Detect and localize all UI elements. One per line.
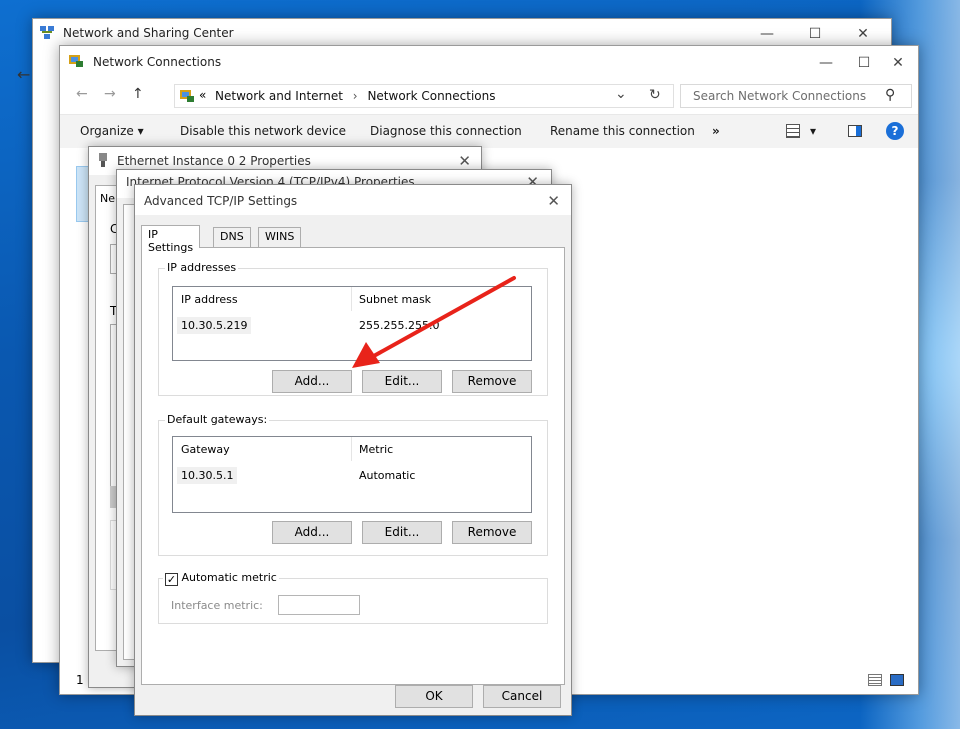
interface-metric-label: Interface metric:: [171, 599, 263, 612]
advanced-close-button[interactable]: ✕: [547, 192, 560, 210]
ip-remove-button[interactable]: Remove: [452, 370, 532, 393]
address-chevron-icon[interactable]: «: [199, 88, 206, 102]
up-button[interactable]: ↑: [132, 86, 144, 102]
refresh-icon[interactable]: ↻: [649, 87, 661, 103]
column-divider: [351, 287, 352, 311]
rename-connection-button[interactable]: Rename this connection: [550, 124, 695, 138]
ok-button[interactable]: OK: [395, 685, 473, 708]
metric-column-header[interactable]: Metric: [359, 443, 393, 456]
explorer-close-button[interactable]: ✕: [878, 48, 918, 78]
tab-ip-settings[interactable]: IP Settings: [141, 225, 201, 254]
explorer-title: Network Connections: [93, 55, 222, 69]
address-dropdown-icon[interactable]: ⌄: [615, 86, 627, 102]
navigation-bar: ← → ↑ « Network and Internet › Network C…: [60, 78, 918, 114]
address-bar[interactable]: « Network and Internet › Network Connect…: [174, 84, 674, 108]
interface-metric-input[interactable]: [278, 595, 360, 615]
automatic-metric-checkbox[interactable]: ✓: [165, 573, 178, 586]
organize-button[interactable]: Organize ▾: [80, 124, 144, 138]
cancel-button[interactable]: Cancel: [483, 685, 561, 708]
column-divider: [351, 437, 352, 461]
network-connections-icon: [180, 90, 194, 102]
ip-address-list[interactable]: IP address Subnet mask 10.30.5.219 255.2…: [172, 286, 532, 361]
gateway-add-button[interactable]: Add...: [272, 521, 352, 544]
subnet-mask-column-header[interactable]: Subnet mask: [359, 293, 431, 306]
change-view-icon[interactable]: [786, 124, 800, 138]
back-button[interactable]: ←: [76, 86, 88, 102]
default-gateways-group: Default gateways: Gateway Metric 10.30.5…: [158, 413, 548, 556]
default-gateways-label: Default gateways:: [165, 413, 270, 426]
gateway-cell[interactable]: 10.30.5.1: [177, 467, 238, 484]
ip-add-button[interactable]: Add...: [272, 370, 352, 393]
nsc-title: Network and Sharing Center: [63, 26, 234, 40]
explorer-titlebar[interactable]: Network Connections — ☐ ✕: [60, 46, 918, 76]
details-view-icon[interactable]: [868, 674, 882, 686]
network-icon: [40, 26, 54, 39]
ethernet-properties-title: Ethernet Instance 0 2 Properties: [117, 154, 311, 168]
automatic-metric-header: ✓ Automatic metric: [163, 571, 279, 586]
automatic-metric-label[interactable]: Automatic metric: [182, 571, 277, 584]
preview-pane-icon[interactable]: [848, 125, 862, 137]
large-icons-view-icon[interactable]: [890, 674, 904, 686]
ip-address-column-header[interactable]: IP address: [181, 293, 238, 306]
breadcrumb-network-and-internet[interactable]: Network and Internet: [215, 89, 343, 103]
metric-cell[interactable]: Automatic: [355, 467, 419, 484]
help-icon[interactable]: ?: [886, 122, 904, 140]
ethernet-properties-close-button[interactable]: ✕: [458, 152, 471, 170]
gateway-remove-button[interactable]: Remove: [452, 521, 532, 544]
nsc-back-arrow-icon[interactable]: ←: [17, 65, 30, 84]
advanced-titlebar[interactable]: Advanced TCP/IP Settings ✕: [135, 185, 571, 215]
ip-addresses-group: IP addresses IP address Subnet mask 10.3…: [158, 261, 548, 396]
ip-settings-page: IP addresses IP address Subnet mask 10.3…: [141, 247, 565, 685]
subnet-mask-cell[interactable]: 255.255.255.0: [355, 317, 443, 334]
view-dropdown-icon[interactable]: ▾: [810, 124, 816, 138]
ip-addresses-label: IP addresses: [165, 261, 239, 274]
advanced-title: Advanced TCP/IP Settings: [144, 194, 298, 208]
explorer-minimize-button[interactable]: —: [806, 48, 846, 78]
more-commands-button[interactable]: »: [712, 124, 720, 138]
tab-wins[interactable]: WINS: [258, 227, 302, 247]
search-placeholder: Search Network Connections: [693, 89, 867, 103]
command-bar: Organize ▾ Disable this network device D…: [60, 114, 918, 148]
diagnose-connection-button[interactable]: Diagnose this connection: [370, 124, 522, 138]
search-icon[interactable]: ⚲: [885, 87, 895, 103]
advanced-tcpip-dialog: Advanced TCP/IP Settings ✕ IP Settings D…: [134, 184, 572, 716]
ethernet-tab-label[interactable]: Ne: [100, 192, 115, 205]
automatic-metric-group: ✓ Automatic metric Interface metric:: [158, 571, 548, 624]
gateway-edit-button[interactable]: Edit...: [362, 521, 442, 544]
gateway-list[interactable]: Gateway Metric 10.30.5.1 Automatic: [172, 436, 532, 513]
forward-button[interactable]: →: [104, 86, 116, 102]
tab-dns[interactable]: DNS: [213, 227, 251, 247]
gateway-column-header[interactable]: Gateway: [181, 443, 230, 456]
ip-address-cell[interactable]: 10.30.5.219: [177, 317, 252, 334]
breadcrumb: Network and Internet › Network Connectio…: [215, 89, 496, 103]
network-connections-icon: [69, 55, 83, 67]
breadcrumb-network-connections[interactable]: Network Connections: [367, 89, 495, 103]
ethernet-adapter-icon: [99, 153, 107, 167]
disable-network-device-button[interactable]: Disable this network device: [180, 124, 346, 138]
breadcrumb-separator-icon[interactable]: ›: [353, 89, 358, 103]
search-input[interactable]: Search Network Connections ⚲: [680, 84, 912, 108]
ip-edit-button[interactable]: Edit...: [362, 370, 442, 393]
